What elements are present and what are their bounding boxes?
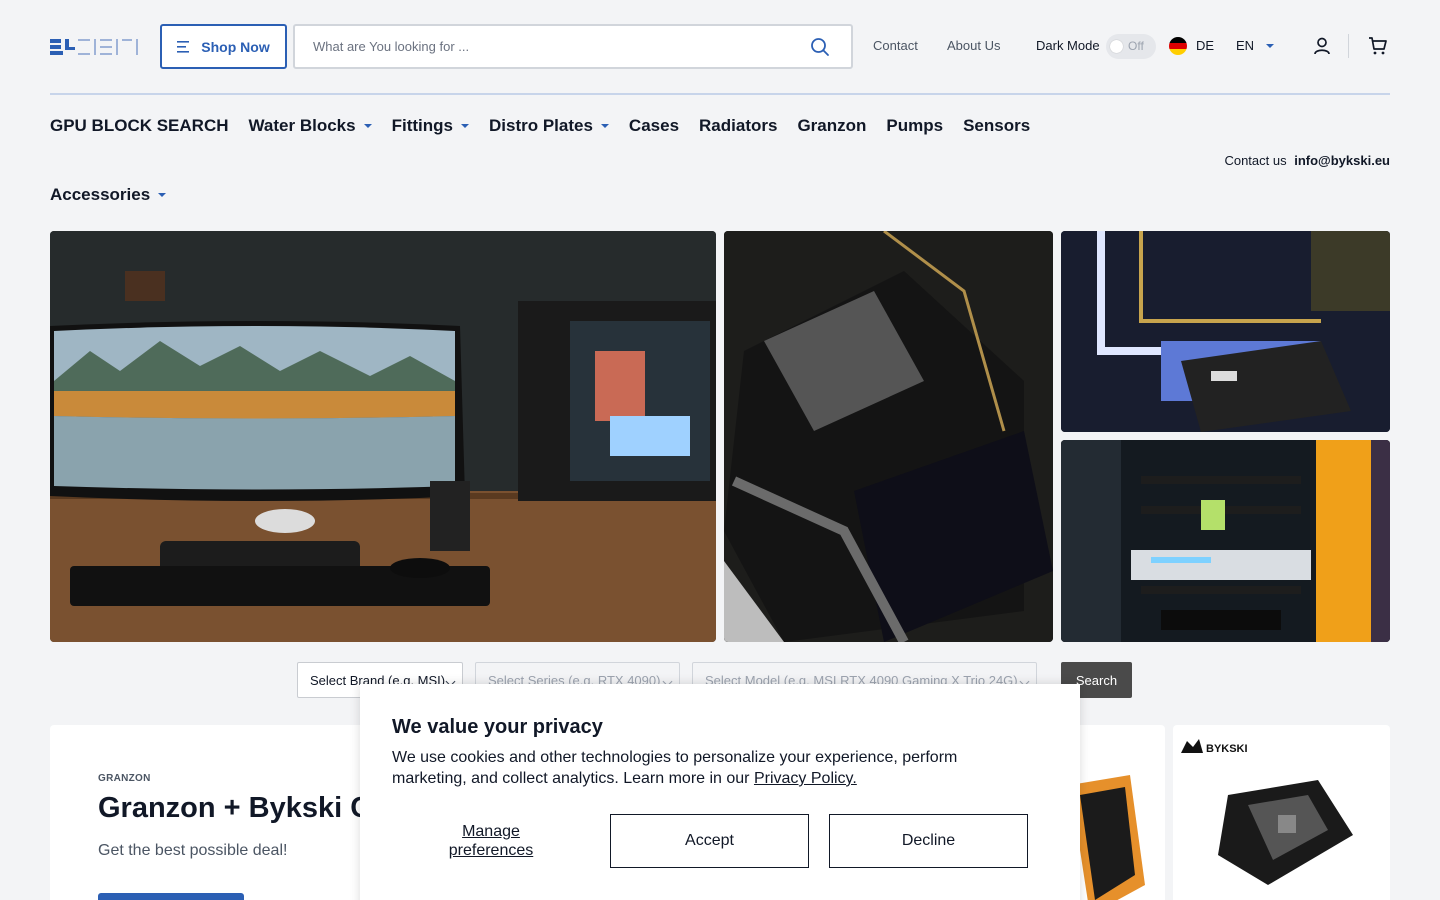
nav-label: GPU BLOCK SEARCH xyxy=(50,116,229,135)
promo-title: Granzon + Bykski Cas xyxy=(98,792,404,824)
language-de[interactable]: DE xyxy=(1196,38,1214,53)
nav-label: Granzon xyxy=(797,116,867,135)
promo-cta-button[interactable] xyxy=(98,893,244,900)
promo-card-bykski-case[interactable]: BYKSKI xyxy=(1173,725,1390,900)
white-build-illustration xyxy=(1061,231,1390,432)
chevron-down-icon[interactable] xyxy=(1266,44,1274,48)
nav-distro-plates[interactable]: Distro Plates xyxy=(489,116,609,136)
hero-image-orange-build[interactable] xyxy=(1061,440,1390,642)
dark-mode-label: Dark Mode xyxy=(1036,38,1100,53)
menu-icon xyxy=(177,40,190,53)
nav-label: Cases xyxy=(628,116,680,135)
shop-now-label: Shop Now xyxy=(201,38,270,55)
nav-label: Pumps xyxy=(886,116,944,135)
nav-cases[interactable]: Cases xyxy=(629,116,679,136)
chevron-down-icon xyxy=(600,124,609,128)
cookie-title: We value your privacy xyxy=(392,716,603,738)
cookie-text: We use cookies and other technologies to… xyxy=(392,747,1012,789)
accept-button[interactable]: Accept xyxy=(610,814,809,868)
nav-label: Fittings xyxy=(391,116,453,135)
cookie-banner: We value your privacy We use cookies and… xyxy=(360,684,1080,900)
hero-image-gpu-block[interactable] xyxy=(724,231,1053,642)
nav-pumps[interactable]: Pumps xyxy=(886,116,943,136)
dark-mode-toggle[interactable]: Off xyxy=(1106,34,1156,59)
hero-image-desk-setup[interactable] xyxy=(50,231,716,642)
cookie-body: We use cookies and other technologies to… xyxy=(392,749,958,787)
main-nav: GPU BLOCK SEARCH Water Blocks Fittings D… xyxy=(50,114,1030,138)
contact-link[interactable]: Contact xyxy=(873,38,918,53)
nav-label: Water Blocks xyxy=(248,116,356,135)
nav-label: Radiators xyxy=(699,116,778,135)
dark-mode-state: Off xyxy=(1128,39,1144,53)
manage-preferences-link[interactable]: Manage preferences xyxy=(420,822,562,860)
svg-text:BYKSKI: BYKSKI xyxy=(1206,743,1248,755)
header-divider xyxy=(50,93,1390,95)
header: Shop Now Contact About Us Dark Mode Off … xyxy=(50,24,1390,69)
chevron-down-icon xyxy=(460,124,469,128)
nav-gpu-block-search[interactable]: GPU BLOCK SEARCH xyxy=(50,116,229,136)
user-icon[interactable] xyxy=(1312,36,1332,56)
cart-icon[interactable] xyxy=(1368,36,1388,56)
nav-label: Accessories xyxy=(50,185,151,204)
nav-label: Sensors xyxy=(963,116,1031,135)
nav-sensors[interactable]: Sensors xyxy=(963,116,1030,136)
nav-water-blocks[interactable]: Water Blocks xyxy=(249,116,372,136)
promo-tag: GRANZON xyxy=(98,773,151,784)
contact-us: Contact us info@bykski.eu xyxy=(1224,153,1390,168)
contact-email-link[interactable]: info@bykski.eu xyxy=(1294,153,1390,168)
bykski-logo-small: BYKSKI xyxy=(1181,739,1248,755)
orange-build-illustration xyxy=(1061,440,1390,642)
nav-label: Distro Plates xyxy=(488,116,593,135)
search-input[interactable] xyxy=(295,39,809,54)
search-icon[interactable] xyxy=(809,36,831,58)
nav-fittings[interactable]: Fittings xyxy=(392,116,469,136)
nav-radiators[interactable]: Radiators xyxy=(699,116,777,136)
chevron-down-icon xyxy=(363,124,372,128)
contact-label: Contact us xyxy=(1224,153,1287,168)
search-box xyxy=(293,24,853,69)
chevron-down-icon xyxy=(158,193,167,197)
hero-image-white-build[interactable] xyxy=(1061,231,1390,432)
nav-granzon[interactable]: Granzon xyxy=(797,116,866,136)
decline-button[interactable]: Decline xyxy=(829,814,1028,868)
gpu-block-illustration xyxy=(724,231,1053,642)
toggle-knob xyxy=(1110,40,1123,53)
desk-setup-illustration xyxy=(50,231,716,642)
bykski-logo[interactable] xyxy=(50,36,140,56)
icon-divider xyxy=(1348,34,1349,58)
about-us-link[interactable]: About Us xyxy=(947,38,1000,53)
german-flag-icon[interactable] xyxy=(1169,37,1187,55)
shop-now-button[interactable]: Shop Now xyxy=(160,24,287,69)
language-en-dropdown[interactable]: EN xyxy=(1236,38,1254,53)
black-case-image xyxy=(1218,780,1353,885)
nav-accessories[interactable]: Accessories xyxy=(50,185,167,205)
promo-subtitle: Get the best possible deal! xyxy=(98,842,288,859)
privacy-policy-link[interactable]: Privacy Policy. xyxy=(754,770,857,787)
